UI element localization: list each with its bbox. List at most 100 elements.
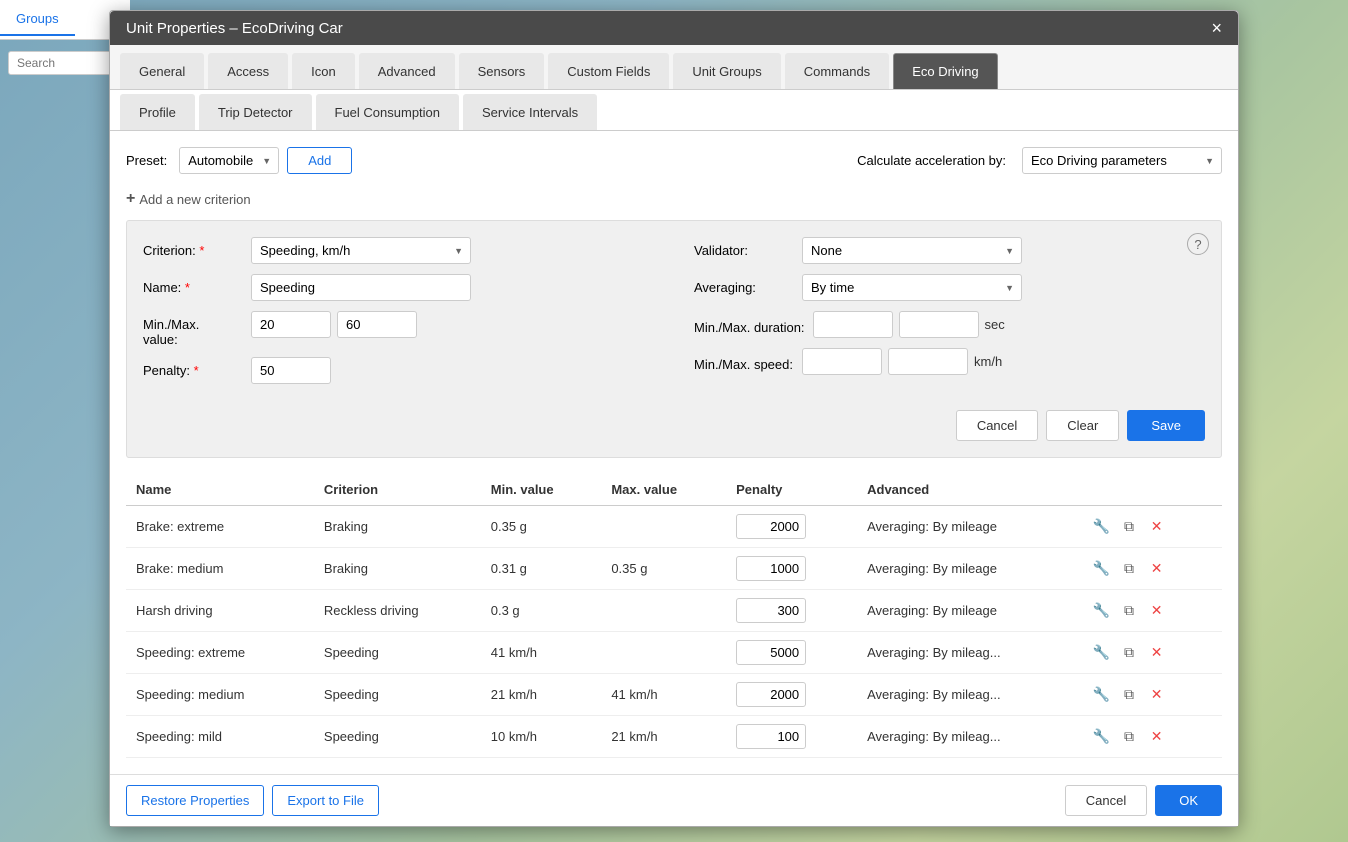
- copy-icon[interactable]: ⧉: [1118, 516, 1140, 538]
- tab-access[interactable]: Access: [208, 53, 288, 89]
- tab-profile[interactable]: Profile: [120, 94, 195, 130]
- modal-close-button[interactable]: ×: [1211, 19, 1222, 37]
- tabs-row-1: General Access Icon Advanced Sensors Cus…: [110, 45, 1238, 90]
- table-row: Brake: medium Braking 0.31 g 0.35 g Aver…: [126, 548, 1222, 590]
- delete-icon[interactable]: ✕: [1146, 726, 1168, 748]
- table-row: Speeding: mild Speeding 10 km/h 21 km/h …: [126, 716, 1222, 758]
- row-penalty-input[interactable]: [736, 556, 806, 581]
- cell-advanced: Averaging: By mileag...: [857, 632, 1080, 674]
- tab-service-intervals[interactable]: Service Intervals: [463, 94, 597, 130]
- delete-icon[interactable]: ✕: [1146, 600, 1168, 622]
- averaging-select[interactable]: By time By mileage By count: [802, 274, 1022, 301]
- restore-properties-button[interactable]: Restore Properties: [126, 785, 264, 816]
- max-value-input[interactable]: [337, 311, 417, 338]
- footer-ok-button[interactable]: OK: [1155, 785, 1222, 816]
- criterion-label: Criterion: *: [143, 237, 243, 258]
- delete-icon[interactable]: ✕: [1146, 642, 1168, 664]
- wrench-icon[interactable]: 🔧: [1090, 516, 1112, 538]
- row-penalty-input[interactable]: [736, 640, 806, 665]
- tab-sensors[interactable]: Sensors: [459, 53, 545, 89]
- tab-custom-fields[interactable]: Custom Fields: [548, 53, 669, 89]
- cell-name: Speeding: medium: [126, 674, 314, 716]
- duration-max-input[interactable]: [899, 311, 979, 338]
- cell-advanced: Averaging: By mileag...: [857, 674, 1080, 716]
- wrench-icon[interactable]: 🔧: [1090, 726, 1112, 748]
- tab-fuel-consumption[interactable]: Fuel Consumption: [316, 94, 460, 130]
- cell-penalty: [726, 506, 857, 548]
- cell-advanced: Averaging: By mileage: [857, 506, 1080, 548]
- speed-unit: km/h: [974, 348, 1002, 375]
- copy-icon[interactable]: ⧉: [1118, 558, 1140, 580]
- wrench-icon[interactable]: 🔧: [1090, 684, 1112, 706]
- criterion-cancel-button[interactable]: Cancel: [956, 410, 1038, 441]
- duration-min-input[interactable]: [813, 311, 893, 338]
- tab-trip-detector[interactable]: Trip Detector: [199, 94, 312, 130]
- min-value-input[interactable]: [251, 311, 331, 338]
- tabs-row-2: Profile Trip Detector Fuel Consumption S…: [110, 90, 1238, 131]
- copy-icon[interactable]: ⧉: [1118, 726, 1140, 748]
- cell-advanced: Averaging: By mileag...: [857, 716, 1080, 758]
- copy-icon[interactable]: ⧉: [1118, 600, 1140, 622]
- validator-select-wrapper: None Option1: [802, 237, 1022, 264]
- wrench-icon[interactable]: 🔧: [1090, 642, 1112, 664]
- wrench-icon[interactable]: 🔧: [1090, 558, 1112, 580]
- delete-icon[interactable]: ✕: [1146, 684, 1168, 706]
- calc-select-wrapper: Eco Driving parameters GPS data Sensor d…: [1022, 147, 1222, 174]
- cell-actions: 🔧 ⧉ ✕: [1080, 716, 1222, 758]
- cell-min-value: 0.35 g: [481, 506, 602, 548]
- row-penalty-input[interactable]: [736, 514, 806, 539]
- cell-min-value: 0.3 g: [481, 590, 602, 632]
- calc-select[interactable]: Eco Driving parameters GPS data Sensor d…: [1022, 147, 1222, 174]
- tab-general[interactable]: General: [120, 53, 204, 89]
- criterion-select[interactable]: Speeding, km/h Braking Acceleration Reck…: [251, 237, 471, 264]
- duration-unit: sec: [985, 311, 1005, 338]
- add-criterion-link[interactable]: + Add a new criterion: [126, 190, 1222, 208]
- duration-inputs: sec: [813, 311, 1005, 338]
- cell-min-value: 21 km/h: [481, 674, 602, 716]
- tab-advanced[interactable]: Advanced: [359, 53, 455, 89]
- add-preset-button[interactable]: Add: [287, 147, 352, 174]
- cell-max-value: 41 km/h: [601, 674, 726, 716]
- modal-body: Preset: Automobile Truck Bus Add Calcula…: [110, 131, 1238, 774]
- cell-name: Harsh driving: [126, 590, 314, 632]
- penalty-row: Penalty: *: [143, 357, 654, 384]
- criterion-save-button[interactable]: Save: [1127, 410, 1205, 441]
- row-penalty-input[interactable]: [736, 598, 806, 623]
- delete-icon[interactable]: ✕: [1146, 516, 1168, 538]
- tab-eco-driving[interactable]: Eco Driving: [893, 53, 997, 89]
- row-penalty-input[interactable]: [736, 724, 806, 749]
- name-required: *: [185, 280, 190, 295]
- help-icon[interactable]: ?: [1187, 233, 1209, 255]
- form-right: Validator: None Option1 Averaging:: [694, 237, 1205, 394]
- wrench-icon[interactable]: 🔧: [1090, 600, 1112, 622]
- name-input[interactable]: [251, 274, 471, 301]
- speed-min-input[interactable]: [802, 348, 882, 375]
- cell-penalty: [726, 590, 857, 632]
- cell-actions: 🔧 ⧉ ✕: [1080, 590, 1222, 632]
- speed-row: Min./Max. speed: km/h: [694, 348, 1205, 375]
- criteria-table: Name Criterion Min. value Max. value Pen…: [126, 474, 1222, 758]
- tab-icon[interactable]: Icon: [292, 53, 355, 89]
- form-left: Criterion: * Speeding, km/h Braking Acce…: [143, 237, 654, 394]
- cell-min-value: 10 km/h: [481, 716, 602, 758]
- validator-select[interactable]: None Option1: [802, 237, 1022, 264]
- criterion-clear-button[interactable]: Clear: [1046, 410, 1119, 441]
- cell-penalty: [726, 548, 857, 590]
- row-penalty-input[interactable]: [736, 682, 806, 707]
- criterion-select-wrapper: Speeding, km/h Braking Acceleration Reck…: [251, 237, 471, 264]
- delete-icon[interactable]: ✕: [1146, 558, 1168, 580]
- name-row: Name: *: [143, 274, 654, 301]
- penalty-input[interactable]: [251, 357, 331, 384]
- footer-cancel-button[interactable]: Cancel: [1065, 785, 1147, 816]
- preset-select[interactable]: Automobile Truck Bus: [179, 147, 279, 174]
- tab-commands[interactable]: Commands: [785, 53, 889, 89]
- cell-criterion: Braking: [314, 548, 481, 590]
- tab-unit-groups[interactable]: Unit Groups: [673, 53, 780, 89]
- col-min-value: Min. value: [481, 474, 602, 506]
- copy-icon[interactable]: ⧉: [1118, 642, 1140, 664]
- calc-label: Calculate acceleration by:: [857, 153, 1006, 168]
- copy-icon[interactable]: ⧉: [1118, 684, 1140, 706]
- cell-name: Brake: extreme: [126, 506, 314, 548]
- export-file-button[interactable]: Export to File: [272, 785, 379, 816]
- speed-max-input[interactable]: [888, 348, 968, 375]
